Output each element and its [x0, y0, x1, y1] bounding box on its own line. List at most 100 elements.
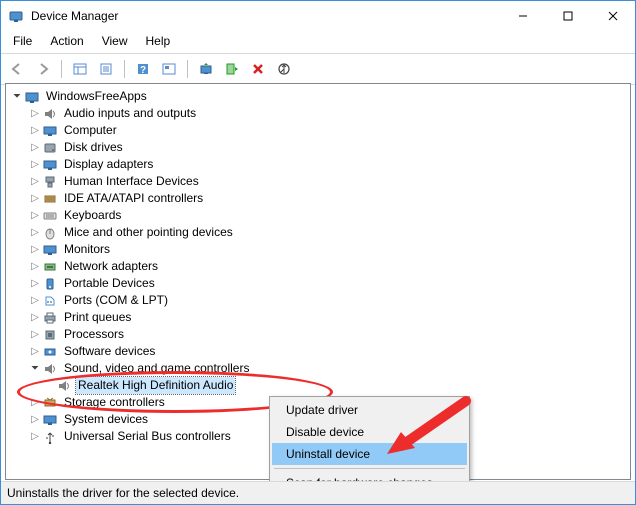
- system-device-icon: [42, 412, 58, 428]
- category-portable[interactable]: ▷ Portable Devices: [8, 275, 628, 292]
- expand-icon[interactable]: ▷: [28, 343, 42, 360]
- expand-icon[interactable]: ▷: [28, 275, 42, 292]
- category-processors[interactable]: ▷ Processors: [8, 326, 628, 343]
- ctx-disable-device[interactable]: Disable device: [272, 421, 467, 443]
- sound-icon: [42, 361, 58, 377]
- processor-icon: [42, 327, 58, 343]
- minimize-button[interactable]: [500, 1, 545, 31]
- category-label: Print queues: [62, 309, 133, 326]
- expand-icon[interactable]: ▷: [28, 292, 42, 309]
- category-disk[interactable]: ▷ Disk drives: [8, 139, 628, 156]
- ctx-separator: [274, 468, 465, 469]
- enable-device-button[interactable]: [220, 57, 244, 81]
- statusbar: Uninstalls the driver for the selected d…: [1, 481, 635, 504]
- category-sound[interactable]: ⏷ Sound, video and game controllers: [8, 360, 628, 377]
- help-button[interactable]: ?: [131, 57, 155, 81]
- ctx-update-driver[interactable]: Update driver: [272, 399, 467, 421]
- category-label: Audio inputs and outputs: [62, 105, 198, 122]
- ide-icon: [42, 191, 58, 207]
- display-adapter-icon: [42, 157, 58, 173]
- device-label: Realtek High Definition Audio: [76, 377, 235, 394]
- expand-icon[interactable]: ▷: [28, 394, 42, 411]
- usb-icon: [42, 429, 58, 445]
- window-title: Device Manager: [31, 9, 500, 23]
- menu-action[interactable]: Action: [42, 32, 91, 50]
- category-ide[interactable]: ▷ IDE ATA/ATAPI controllers: [8, 190, 628, 207]
- scan-hardware-button[interactable]: [272, 57, 296, 81]
- device-realtek-audio[interactable]: Realtek High Definition Audio: [8, 377, 628, 394]
- keyboard-icon: [42, 208, 58, 224]
- category-audio[interactable]: ▷ Audio inputs and outputs: [8, 105, 628, 122]
- category-label: Sound, video and game controllers: [62, 360, 251, 377]
- menu-view[interactable]: View: [94, 32, 136, 50]
- category-ports[interactable]: ▷ Ports (COM & LPT): [8, 292, 628, 309]
- category-label: Portable Devices: [62, 275, 157, 292]
- category-network[interactable]: ▷ Network adapters: [8, 258, 628, 275]
- expand-icon[interactable]: ▷: [28, 122, 42, 139]
- toolbar-separator: [124, 60, 125, 78]
- tree-root-label: WindowsFreeApps: [44, 88, 149, 105]
- update-driver-button[interactable]: [194, 57, 218, 81]
- uninstall-device-button[interactable]: [246, 57, 270, 81]
- show-hide-tree-button[interactable]: [68, 57, 92, 81]
- computer-icon: [42, 123, 58, 139]
- expand-icon[interactable]: ▷: [28, 139, 42, 156]
- expand-icon[interactable]: ▷: [28, 258, 42, 275]
- collapse-icon[interactable]: ⏷: [28, 360, 42, 377]
- expand-icon[interactable]: ▷: [28, 207, 42, 224]
- expand-icon[interactable]: ▷: [28, 190, 42, 207]
- close-button[interactable]: [590, 1, 635, 31]
- expand-icon[interactable]: ▷: [28, 224, 42, 241]
- forward-button[interactable]: [31, 57, 55, 81]
- expand-icon[interactable]: ▷: [28, 156, 42, 173]
- expand-icon[interactable]: ▷: [28, 411, 42, 428]
- category-label: Ports (COM & LPT): [62, 292, 170, 309]
- category-monitors[interactable]: ▷ Monitors: [8, 241, 628, 258]
- tree-root[interactable]: ⏷ WindowsFreeApps: [8, 88, 628, 105]
- category-label: Monitors: [62, 241, 112, 258]
- monitor-icon: [42, 242, 58, 258]
- expand-icon[interactable]: ▷: [28, 428, 42, 445]
- expand-icon[interactable]: ▷: [28, 173, 42, 190]
- category-label: Universal Serial Bus controllers: [62, 428, 233, 445]
- toolbar-separator: [187, 60, 188, 78]
- svg-text:?: ?: [140, 65, 146, 76]
- action-button[interactable]: [157, 57, 181, 81]
- menu-help[interactable]: Help: [138, 32, 179, 50]
- menu-file[interactable]: File: [5, 32, 40, 50]
- category-label: Human Interface Devices: [62, 173, 201, 190]
- category-hid[interactable]: ▷ Human Interface Devices: [8, 173, 628, 190]
- category-display[interactable]: ▷ Display adapters: [8, 156, 628, 173]
- toolbar: ?: [1, 54, 635, 85]
- network-icon: [42, 259, 58, 275]
- category-label: Keyboards: [62, 207, 123, 224]
- expand-icon[interactable]: ▷: [28, 105, 42, 122]
- speaker-icon: [42, 106, 58, 122]
- maximize-button[interactable]: [545, 1, 590, 31]
- category-computer[interactable]: ▷ Computer: [8, 122, 628, 139]
- ctx-uninstall-device[interactable]: Uninstall device: [272, 443, 467, 465]
- category-label: Disk drives: [62, 139, 125, 156]
- software-device-icon: [42, 344, 58, 360]
- category-mice[interactable]: ▷ Mice and other pointing devices: [8, 224, 628, 241]
- category-keyboards[interactable]: ▷ Keyboards: [8, 207, 628, 224]
- category-printq[interactable]: ▷ Print queues: [8, 309, 628, 326]
- expand-icon[interactable]: ▷: [28, 241, 42, 258]
- category-label: Processors: [62, 326, 126, 343]
- back-button[interactable]: [5, 57, 29, 81]
- menubar: File Action View Help: [1, 31, 635, 51]
- category-software[interactable]: ▷ Software devices: [8, 343, 628, 360]
- category-label: System devices: [62, 411, 150, 428]
- category-label: Software devices: [62, 343, 157, 360]
- speaker-icon: [56, 378, 72, 394]
- category-label: Storage controllers: [62, 394, 167, 411]
- computer-root-icon: [24, 89, 40, 105]
- mouse-icon: [42, 225, 58, 241]
- properties-button[interactable]: [94, 57, 118, 81]
- category-label: Mice and other pointing devices: [62, 224, 235, 241]
- category-label: IDE ATA/ATAPI controllers: [62, 190, 205, 207]
- expand-icon[interactable]: ▷: [28, 309, 42, 326]
- disk-icon: [42, 140, 58, 156]
- collapse-icon[interactable]: ⏷: [10, 88, 24, 105]
- expand-icon[interactable]: ▷: [28, 326, 42, 343]
